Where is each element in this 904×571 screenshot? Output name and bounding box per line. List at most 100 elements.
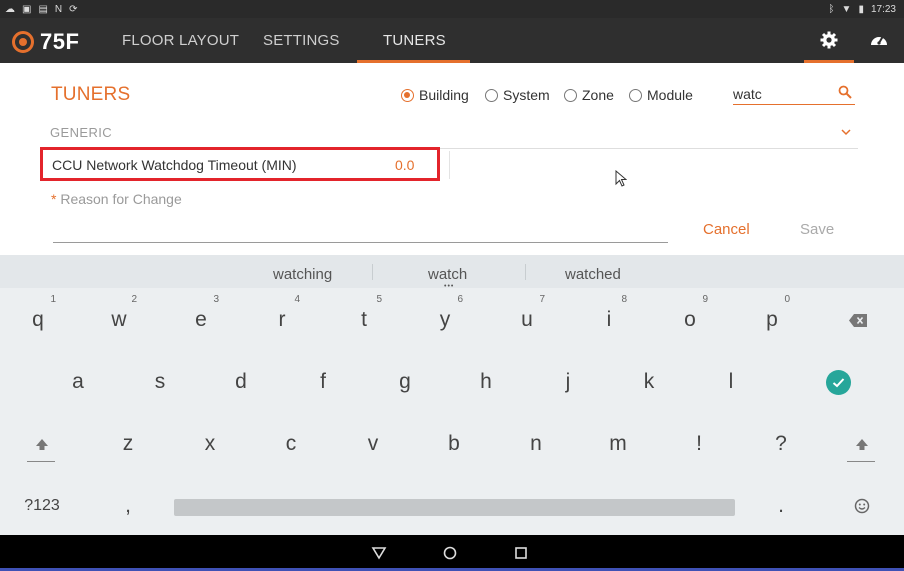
tab-settings[interactable]: SETTINGS — [263, 32, 340, 49]
key-g[interactable]: g — [375, 355, 435, 409]
key-l[interactable]: l — [701, 355, 761, 409]
cloud-icon: ☁ — [5, 3, 15, 15]
key-y[interactable]: y6 — [415, 293, 475, 347]
comma-key[interactable]: , — [98, 479, 158, 533]
backspace-icon — [849, 313, 867, 327]
radio-module[interactable]: Module — [629, 87, 693, 103]
radio-zone[interactable]: Zone — [564, 87, 614, 103]
key-r[interactable]: r4 — [252, 293, 312, 347]
home-icon[interactable] — [442, 545, 458, 561]
wifi-icon: ▼ — [841, 3, 852, 15]
key-d[interactable]: d — [211, 355, 271, 409]
tuner-row-highlighted[interactable]: CCU Network Watchdog Timeout (MIN) 0.0 — [40, 147, 440, 181]
key-s[interactable]: s — [130, 355, 190, 409]
key-hint: 0 — [784, 294, 790, 305]
key-exclamation[interactable]: ! — [669, 417, 729, 471]
key-hint: 3 — [213, 294, 219, 305]
radio-system[interactable]: System — [485, 87, 550, 103]
group-generic-header[interactable]: GENERIC — [48, 121, 858, 149]
enter-key[interactable] — [826, 370, 851, 395]
save-button[interactable]: Save — [800, 221, 834, 238]
tablet-screen: ☁ ▣ ▤ N ⟳ ᛒ ▼ ▮ 17:23 75F FLOOR LAYOUT S… — [0, 0, 904, 571]
tab-floor-layout[interactable]: FLOOR LAYOUT — [122, 32, 239, 49]
reason-input[interactable] — [53, 219, 668, 243]
key-hint: 4 — [294, 294, 300, 305]
key-hint: 7 — [539, 294, 545, 305]
radio-indicator — [485, 88, 498, 102]
key-u[interactable]: u7 — [497, 293, 557, 347]
back-icon[interactable] — [371, 545, 387, 561]
radio-indicator — [401, 88, 414, 102]
image-icon: ▣ — [22, 3, 32, 15]
key-t[interactable]: t5 — [334, 293, 394, 347]
key-hint: 2 — [131, 294, 137, 305]
shift-key-left[interactable] — [12, 417, 72, 471]
key-label: y — [439, 308, 451, 331]
logo-text: 75F — [40, 29, 80, 54]
tuners-panel: TUNERS Building System Zone Module GENER… — [0, 63, 904, 255]
key-label: q — [32, 308, 44, 331]
recents-icon[interactable] — [513, 545, 529, 561]
app-logo: 75F — [12, 29, 79, 55]
key-label: e — [195, 308, 207, 331]
key-p[interactable]: p0 — [742, 293, 802, 347]
search-icon[interactable] — [838, 85, 852, 99]
divider — [449, 151, 450, 179]
key-z[interactable]: z — [98, 417, 158, 471]
key-f[interactable]: f — [293, 355, 353, 409]
key-hint: 5 — [376, 294, 382, 305]
battery-icon: ▮ — [858, 3, 864, 15]
backspace-key[interactable] — [828, 293, 888, 347]
radio-building[interactable]: Building — [401, 87, 469, 103]
key-x[interactable]: x — [180, 417, 240, 471]
divider — [525, 264, 526, 280]
spacebar[interactable] — [174, 499, 735, 516]
key-k[interactable]: k — [619, 355, 679, 409]
key-n[interactable]: n — [506, 417, 566, 471]
reason-label: * Reason for Change — [51, 191, 182, 207]
key-a[interactable]: a — [48, 355, 108, 409]
doc-icon: ▤ — [38, 3, 48, 15]
radio-label: System — [503, 87, 550, 103]
page-title: TUNERS — [51, 84, 131, 105]
key-m[interactable]: m — [588, 417, 648, 471]
key-o[interactable]: o9 — [660, 293, 720, 347]
symbols-key[interactable]: ?123 — [12, 479, 72, 533]
tab-tuners[interactable]: TUNERS — [383, 32, 446, 49]
group-label: GENERIC — [50, 125, 113, 140]
key-b[interactable]: b — [424, 417, 484, 471]
suggestion-item[interactable]: watch — [428, 266, 467, 283]
tuner-value[interactable]: 0.0 — [395, 157, 414, 173]
key-q[interactable]: q1 — [8, 293, 68, 347]
key-v[interactable]: v — [343, 417, 403, 471]
status-bar: ☁ ▣ ▤ N ⟳ ᛒ ▼ ▮ 17:23 — [0, 0, 904, 18]
emoji-icon — [854, 498, 870, 514]
key-label: o — [684, 308, 696, 331]
logo-icon — [12, 31, 34, 53]
suggestion-item[interactable]: watched — [565, 266, 621, 283]
emoji-key[interactable] — [832, 479, 892, 533]
radio-label: Module — [647, 87, 693, 103]
shift-key-right[interactable] — [832, 417, 892, 471]
shift-icon — [36, 438, 48, 450]
status-icons-left: ☁ ▣ ▤ N ⟳ — [0, 4, 78, 15]
suggestion-item[interactable]: watching — [273, 266, 332, 283]
key-h[interactable]: h — [456, 355, 516, 409]
status-time: 17:23 — [870, 3, 896, 15]
app-bar: 75F FLOOR LAYOUT SETTINGS TUNERS — [0, 18, 904, 63]
key-w[interactable]: w2 — [89, 293, 149, 347]
dashboard-gauge-icon[interactable] — [869, 30, 889, 50]
cancel-button[interactable]: Cancel — [703, 221, 750, 238]
key-e[interactable]: e3 — [171, 293, 231, 347]
key-c[interactable]: c — [261, 417, 321, 471]
search-input[interactable] — [733, 83, 855, 105]
key-j[interactable]: j — [538, 355, 598, 409]
key-i[interactable]: i8 — [579, 293, 639, 347]
key-question[interactable]: ? — [751, 417, 811, 471]
key-hint: 9 — [702, 294, 708, 305]
gear-icon[interactable] — [819, 30, 839, 50]
divider — [847, 460, 875, 462]
period-key[interactable]: . — [751, 479, 811, 533]
chevron-down-icon — [841, 129, 851, 136]
radio-indicator — [629, 88, 642, 102]
